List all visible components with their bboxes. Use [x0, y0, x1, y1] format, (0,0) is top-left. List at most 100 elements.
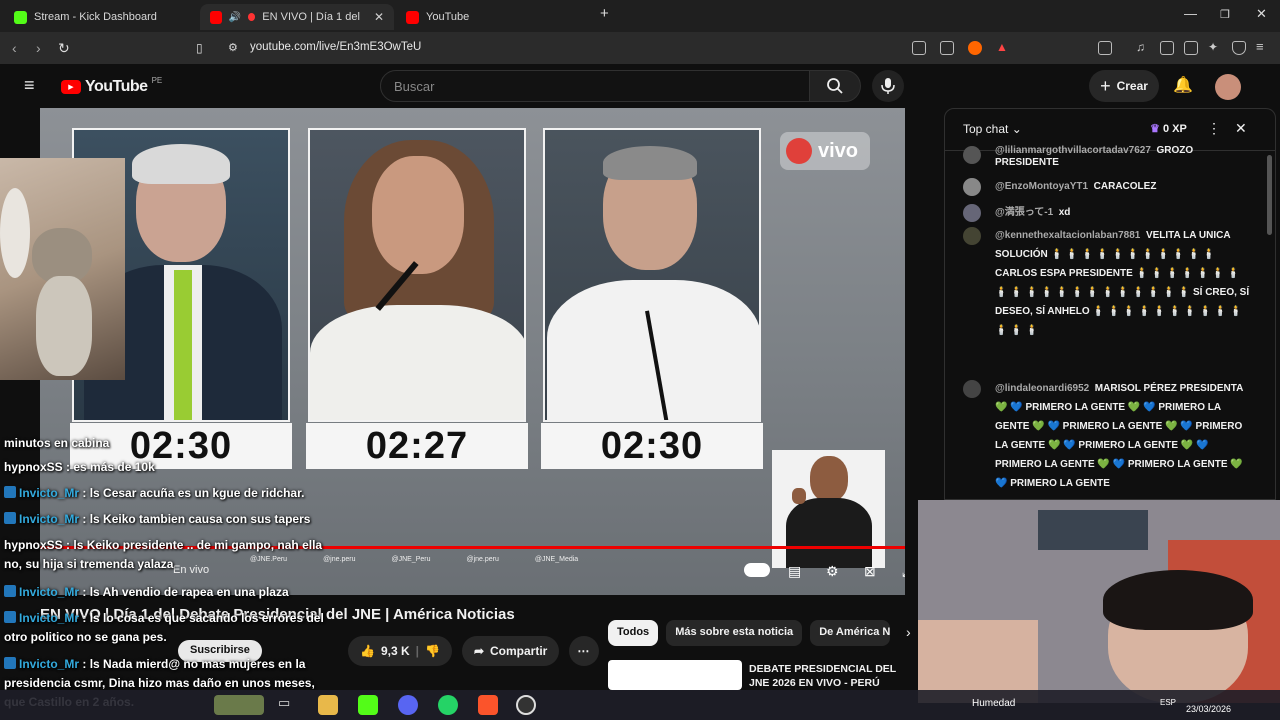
chat-message: @EnzoMontoyaYT1 CARACOLEZ	[963, 177, 1253, 196]
share-button[interactable]: ➦ Compartir	[461, 636, 560, 666]
search-button[interactable]	[809, 70, 861, 102]
recommended-thumbnail	[608, 660, 742, 690]
tab-youtube[interactable]: YouTube	[396, 4, 586, 30]
weather-widget[interactable]: Humedad	[972, 698, 1015, 709]
obs-icon[interactable]	[516, 695, 536, 715]
new-tab-button[interactable]: +	[600, 5, 609, 22]
cast-icon[interactable]	[912, 41, 926, 55]
candidate-panel-2	[308, 128, 526, 422]
overlay-message: minutos en cabina	[4, 436, 110, 450]
xp-badge[interactable]: ♛ 0 XP	[1150, 122, 1187, 135]
bookmark-icon[interactable]: ▯	[196, 41, 203, 55]
settings-gear-icon[interactable]: ⚙	[826, 563, 839, 580]
youtube-logo[interactable]: ▶ YouTube PE	[61, 76, 162, 96]
kick-app-icon[interactable]	[358, 695, 378, 715]
chip-america[interactable]: De América No	[810, 620, 891, 646]
close-window-button[interactable]: ✕	[1256, 6, 1267, 22]
create-button[interactable]: + Crear	[1089, 70, 1159, 102]
menu-icon[interactable]: ≡	[1256, 39, 1270, 54]
like-button[interactable]: 👍 9,3 K | 👎	[348, 636, 452, 666]
social-youtube: @JNE_Media	[534, 556, 579, 563]
url-field[interactable]: youtube.com/live/En3mE3OwTeU	[250, 41, 421, 53]
close-tab-icon[interactable]: ✕	[374, 10, 384, 24]
kick-icon	[14, 10, 27, 24]
chevron-down-icon: ⌄	[1011, 122, 1022, 136]
kick-badge-icon	[4, 657, 16, 669]
candidate-panel-3	[543, 128, 761, 422]
file-explorer-icon[interactable]	[318, 695, 338, 715]
wallet-icon[interactable]	[1184, 41, 1198, 55]
subtitles-icon[interactable]: ▤	[788, 563, 801, 580]
kick-badge-icon	[4, 486, 16, 498]
avatar	[963, 227, 981, 245]
thumbs-down-icon[interactable]: 👎	[425, 644, 440, 658]
minimize-button[interactable]: —	[1184, 6, 1197, 21]
live-chat-panel: Top chat ⌄ ♛ 0 XP ⋮ ✕ @lilianmargothvill…	[944, 108, 1276, 500]
site-info-icon[interactable]: ⚙	[228, 41, 238, 54]
close-chat-icon[interactable]: ✕	[1235, 120, 1247, 137]
tab-label: EN VIVO | Día 1 del Debat	[262, 11, 361, 23]
chat-message: @kennethexaltacionlaban7881 VELITA LA UN…	[963, 226, 1253, 340]
miniplayer-icon[interactable]: ⊠	[864, 563, 876, 580]
tab-youtube-live[interactable]: 🔊 EN VIVO | Día 1 del Debat ✕	[200, 4, 394, 30]
thumbs-up-icon: 👍	[360, 644, 375, 658]
share-arrow-icon: ➦	[473, 644, 485, 658]
kick-badge-icon	[4, 512, 16, 524]
recommended-video[interactable]: DEBATE PRESIDENCIAL DEL JNE 2026 EN VIVO…	[608, 660, 908, 690]
reload-icon[interactable]: ↻	[58, 40, 70, 57]
chips-next-icon[interactable]: ›	[906, 624, 911, 640]
search-input[interactable]: Buscar	[380, 70, 810, 102]
autoplay-toggle[interactable]	[744, 563, 770, 577]
tab-label: YouTube	[426, 11, 470, 23]
avatar[interactable]	[1215, 74, 1241, 100]
speaker-icon[interactable]: 🔊	[229, 12, 241, 23]
sidebar-icon[interactable]	[1098, 41, 1112, 55]
overlay-message: hypnoxSS : es más de 10k	[4, 460, 155, 474]
youtube-icon	[406, 10, 419, 24]
avatar	[963, 146, 981, 164]
share-label: Compartir	[490, 644, 548, 658]
kick-badge-icon	[4, 611, 16, 623]
fullscreen-icon[interactable]: ⤢	[902, 563, 905, 580]
brave-shield-icon[interactable]	[968, 41, 982, 55]
reading-list-icon[interactable]	[1160, 41, 1174, 55]
whatsapp-icon[interactable]	[438, 695, 458, 715]
extensions-icon[interactable]: ✦	[1208, 40, 1222, 54]
share-icon[interactable]	[940, 41, 954, 55]
more-actions-button[interactable]: ⋯	[569, 636, 600, 666]
chat-message: @満張って-1 xd	[963, 203, 1253, 222]
back-icon[interactable]: ‹	[12, 40, 17, 56]
chat-menu-icon[interactable]: ⋮	[1207, 120, 1221, 137]
search-placeholder: Buscar	[394, 79, 435, 94]
timer-candidate-2: 02:27	[306, 423, 528, 469]
vpn-shield-icon[interactable]	[1232, 41, 1246, 55]
chat-message: @lindaleonardi6952 MARISOL PÉREZ PRESIDE…	[963, 379, 1253, 493]
chip-related-news[interactable]: Más sobre esta noticia	[666, 620, 803, 646]
discord-icon[interactable]	[398, 695, 418, 715]
overlay-message: Invicto_Mr : ls lo cosa es que sacando l…	[4, 611, 324, 644]
forward-icon[interactable]: ›	[36, 40, 41, 56]
kick-badge-icon	[4, 585, 16, 597]
system-date[interactable]: 23/03/2026	[1186, 704, 1231, 714]
tab-kick-dashboard[interactable]: Stream - Kick Dashboard	[4, 4, 200, 30]
video-actions: 👍 9,3 K | 👎 ➦ Compartir ⋯	[348, 636, 600, 666]
crown-icon: ♛	[1150, 123, 1160, 135]
voice-search-button[interactable]	[872, 70, 904, 102]
task-view-icon[interactable]: ▭	[278, 695, 298, 715]
brave-icon[interactable]	[478, 695, 498, 715]
hamburger-menu-icon[interactable]: ≡	[24, 75, 35, 96]
brave-rewards-icon[interactable]: ▲	[996, 40, 1010, 54]
task-thumbnail[interactable]	[214, 695, 264, 715]
music-icon[interactable]: ♫	[1136, 40, 1150, 54]
chat-mode-dropdown[interactable]: Top chat ⌄	[963, 122, 1022, 136]
create-label: Crear	[1116, 79, 1148, 93]
overlay-message: hypnoxSS : ls Keiko presidente .. de mi …	[4, 538, 323, 571]
chip-todos[interactable]: Todos	[608, 620, 659, 646]
microphone-icon	[881, 78, 895, 94]
recommended-title: DEBATE PRESIDENCIAL DEL JNE 2026 EN VIVO…	[749, 663, 897, 689]
address-bar: ‹ › ↻ ▯ ⚙ youtube.com/live/En3mE3OwTeU ▲…	[0, 32, 1280, 64]
chat-scrollbar[interactable]	[1267, 155, 1272, 235]
maximize-button[interactable]: ❐	[1220, 8, 1230, 21]
notifications-bell-icon[interactable]: 🔔	[1173, 75, 1193, 95]
language-indicator[interactable]: ESP	[1160, 698, 1176, 707]
